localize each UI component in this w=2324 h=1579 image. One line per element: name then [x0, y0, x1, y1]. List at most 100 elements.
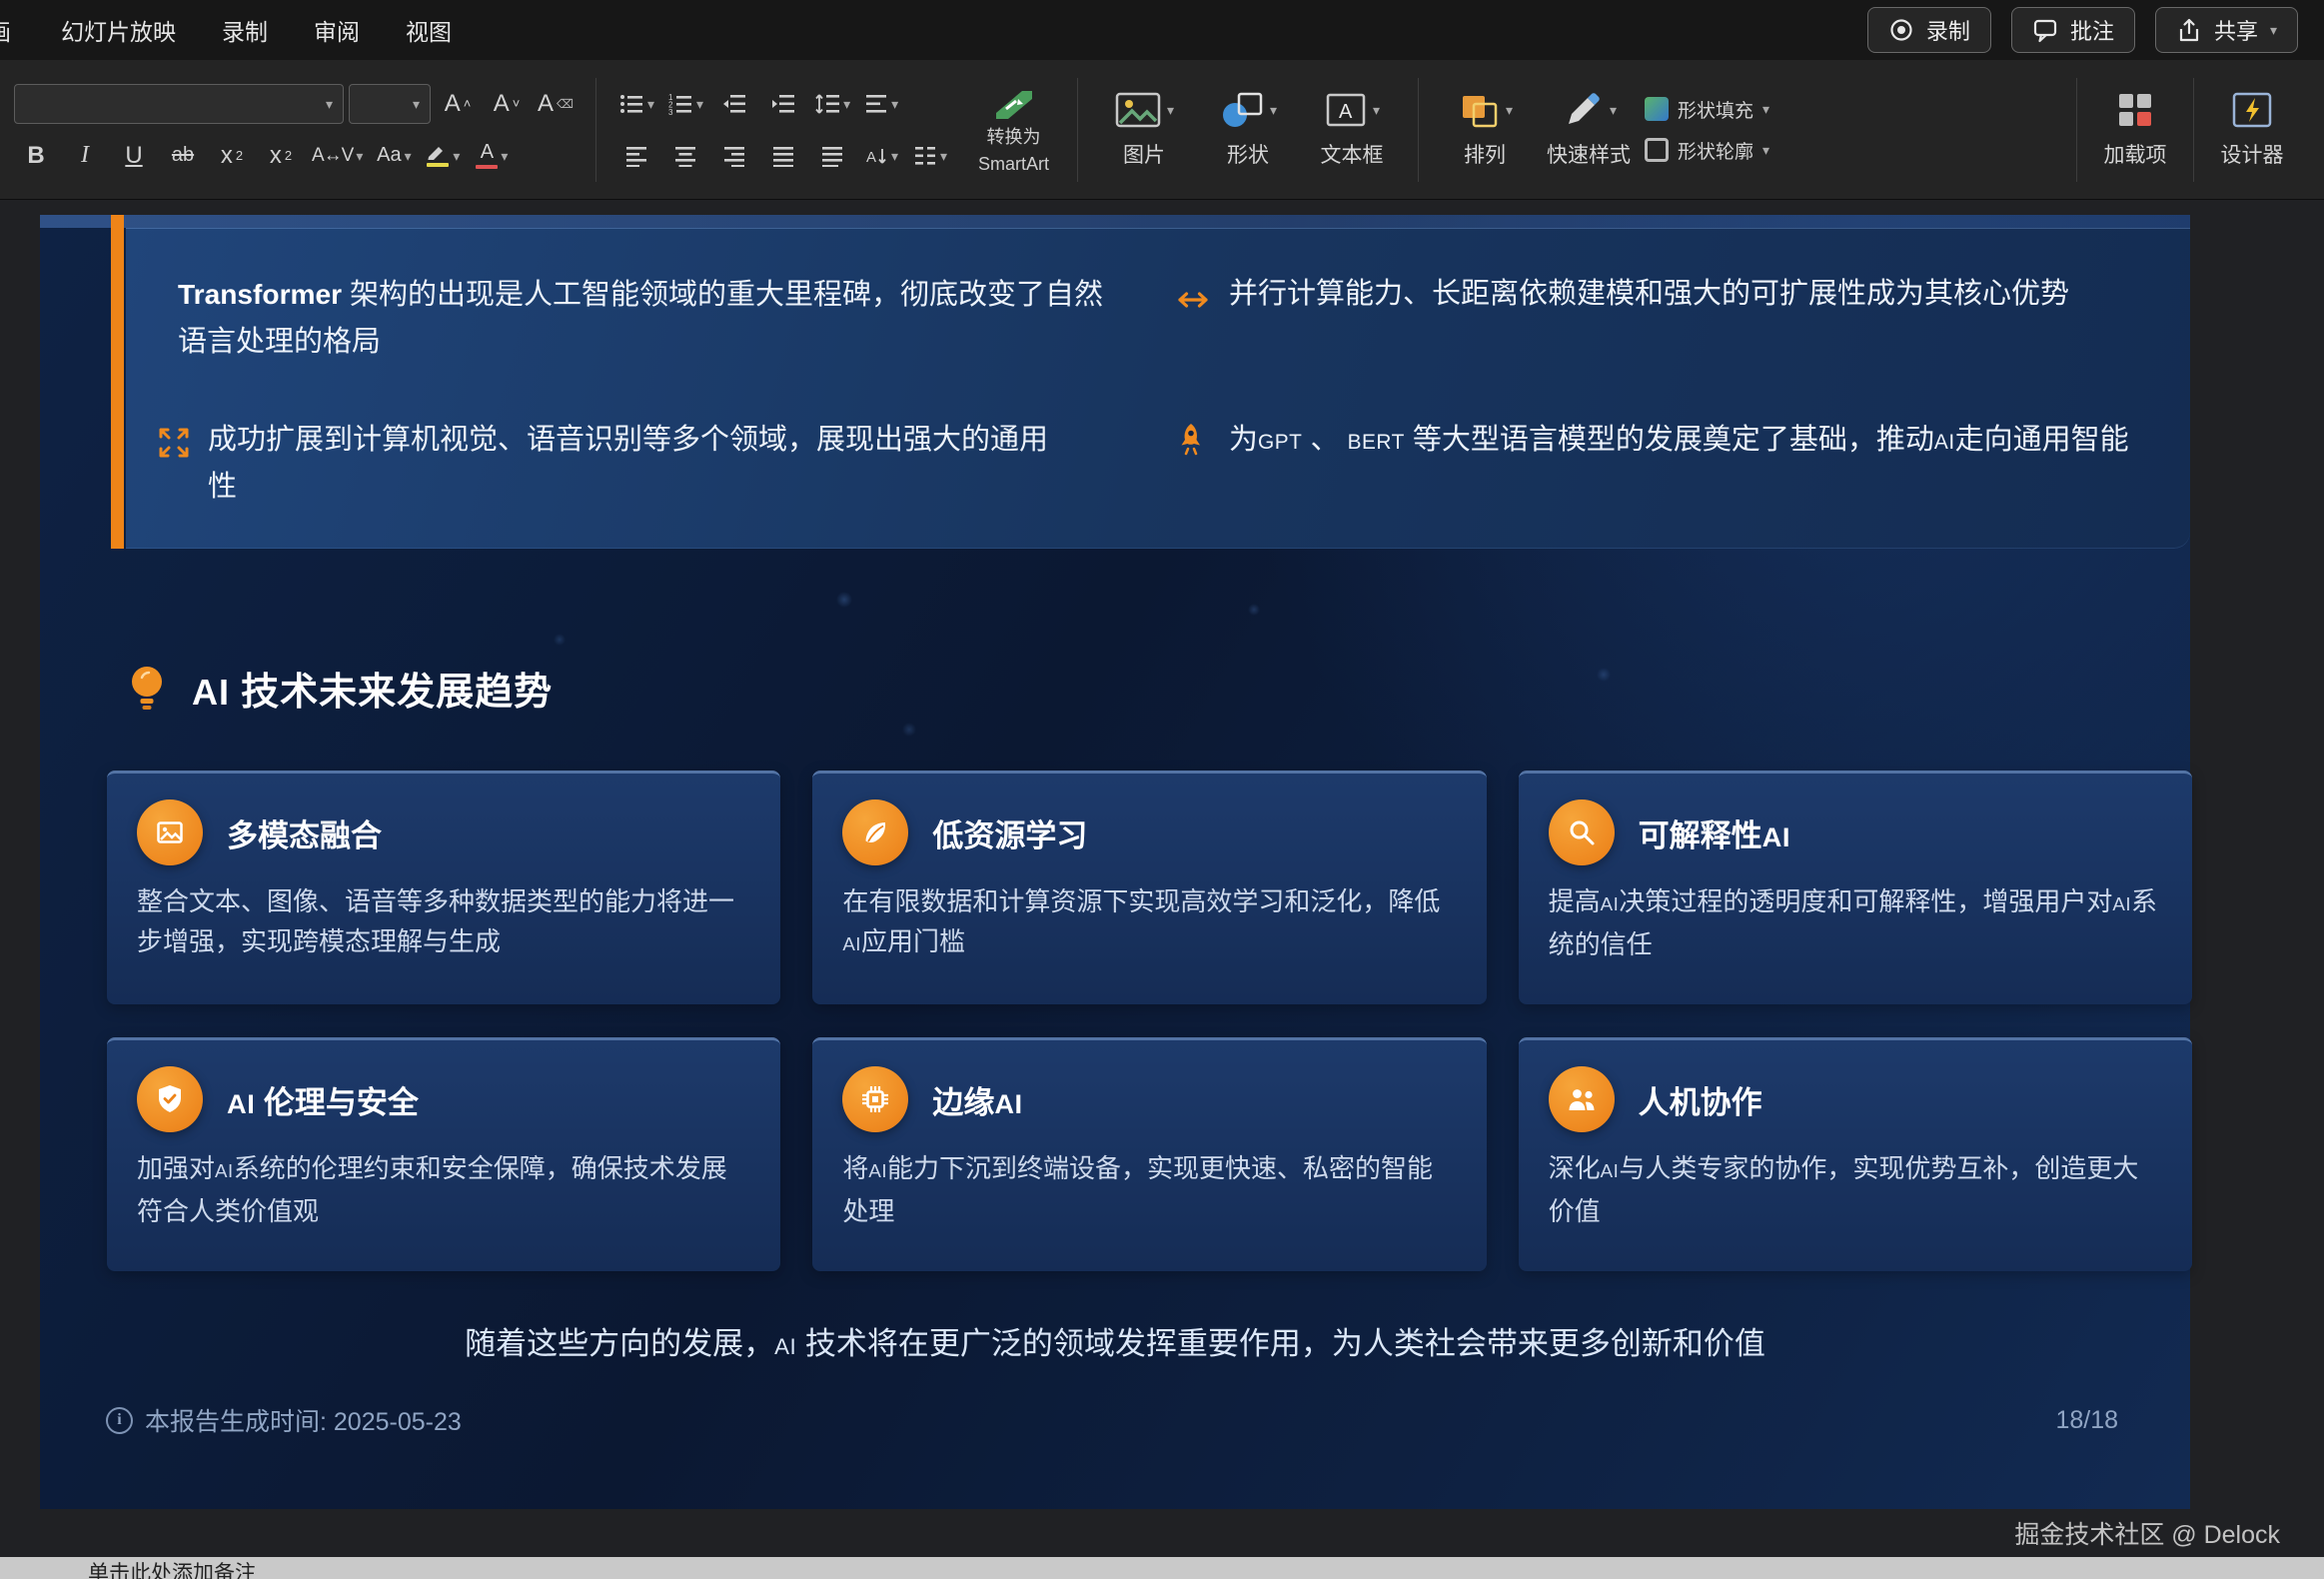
card-low-resource[interactable]: 低资源学习 在有限数据和计算资源下实现高效学习和泛化，降低AI应用门槛: [812, 771, 1486, 1004]
record-button[interactable]: 录制: [1867, 7, 1991, 53]
line-spacing-button[interactable]: ▾: [810, 83, 854, 125]
strikethrough-button[interactable]: ab: [161, 135, 205, 177]
chevron-down-icon: ▾: [1610, 103, 1617, 117]
record-button-label: 录制: [1926, 14, 1970, 46]
chevron-down-icon: ▾: [940, 149, 947, 163]
share-icon: [2176, 17, 2202, 43]
change-case-button[interactable]: Aa▾: [372, 135, 416, 177]
text-direction-button[interactable]: A ▾: [859, 135, 903, 177]
share-button[interactable]: 共享 ▾: [2155, 7, 2298, 53]
svg-text:A: A: [866, 149, 876, 166]
align-text-button[interactable]: ▾: [859, 83, 903, 125]
designer-button-label: 设计器: [2221, 139, 2284, 169]
page-number[interactable]: 18/18: [2055, 1406, 2118, 1435]
lightbulb-icon: [124, 662, 170, 716]
justify-icon: [771, 145, 795, 167]
insert-textbox-button[interactable]: A ▾ 文本框: [1304, 68, 1400, 192]
card-body: 在有限数据和计算资源下实现高效学习和泛化，降低AI应用门槛: [842, 881, 1456, 964]
convert-to-smartart-button[interactable]: 转换为 SmartArt: [968, 81, 1059, 179]
columns-button[interactable]: ▾: [908, 135, 952, 177]
shape-format-stack: 形状填充 ▾ 形状轮廓 ▾: [1645, 96, 1769, 164]
indent-icon: [771, 93, 795, 115]
underline-button[interactable]: U: [112, 135, 156, 177]
shape-fill-button[interactable]: 形状填充 ▾: [1645, 96, 1769, 123]
line-spacing-icon: [814, 93, 840, 115]
arrange-button[interactable]: ▾ 排列: [1437, 68, 1533, 192]
chevron-down-icon: ▾: [647, 97, 654, 111]
menu-item-view[interactable]: 视图: [406, 13, 452, 47]
chevron-down-icon: ▾: [696, 97, 703, 111]
menu-item-partial[interactable]: 画: [0, 13, 15, 47]
chevron-down-icon: ▾: [405, 149, 412, 163]
quick-styles-button[interactable]: ▾ 快速样式: [1541, 68, 1637, 192]
align-center-button[interactable]: [663, 135, 707, 177]
slide-top-strip: [40, 215, 2190, 228]
card-body: 加强对AI系统的伦理约束和安全保障，确保技术发展符合人类价值观: [137, 1148, 750, 1231]
summary-item-transformer[interactable]: Transformer 架构的出现是人工智能领域的重大里程碑，彻底改变了自然语言…: [178, 271, 1107, 366]
card-ai-ethics[interactable]: AI 伦理与安全 加强对AI系统的伦理约束和安全保障，确保技术发展符合人类价值观: [107, 1037, 780, 1271]
increase-font-button[interactable]: A˄: [436, 83, 480, 125]
italic-button[interactable]: I: [63, 135, 107, 177]
closing-statement[interactable]: 随着这些方向的发展，AI 技术将在更广泛的领域发挥重要作用，为人类社会带来更多创…: [40, 1318, 2190, 1363]
align-left-button[interactable]: [614, 135, 658, 177]
card-explainable-ai[interactable]: 可解释性AI 提高AI决策过程的透明度和可解释性，增强用户对AI系统的信任: [1519, 771, 2192, 1004]
shapes-icon: [1219, 90, 1265, 130]
svg-text:A: A: [1339, 101, 1353, 123]
editing-area: Transformer 架构的出现是人工智能领域的重大里程碑，彻底改变了自然语言…: [0, 200, 2324, 1579]
share-button-label: 共享: [2214, 14, 2258, 46]
align-right-button[interactable]: [712, 135, 756, 177]
bullet-list-icon: [618, 93, 644, 115]
menu-item-slideshow[interactable]: 幻灯片放映: [61, 13, 176, 47]
numbering-button[interactable]: 123 ▾: [663, 83, 707, 125]
card-multimodal[interactable]: 多模态融合 整合文本、图像、语音等多种数据类型的能力将进一步增强，实现跨模态理解…: [107, 771, 780, 1004]
card-edge-ai[interactable]: 边缘AI 将AI能力下沉到终端设备，实现更快速、私密的智能处理: [812, 1037, 1486, 1271]
justify-button[interactable]: [761, 135, 805, 177]
decrease-font-button[interactable]: A˅: [485, 83, 529, 125]
font-size-select[interactable]: ▾: [349, 84, 431, 124]
outdent-icon: [722, 93, 746, 115]
subscript-button[interactable]: x2: [259, 135, 303, 177]
double-arrow-icon: [1173, 287, 1213, 313]
comments-button[interactable]: 批注: [2011, 7, 2135, 53]
decrease-indent-button[interactable]: [712, 83, 756, 125]
font-name-select[interactable]: ▾: [14, 84, 344, 124]
card-human-ai-collab[interactable]: 人机协作 深化AI与人类专家的协作，实现优势互补，创造更大价值: [1519, 1037, 2192, 1271]
bullets-button[interactable]: ▾: [614, 83, 658, 125]
picture-button-label: 图片: [1123, 139, 1165, 169]
highlight-color-button[interactable]: ▾: [421, 135, 465, 177]
section-title: AI 技术未来发展趋势: [192, 661, 553, 716]
insert-picture-button[interactable]: ▾ 图片: [1096, 68, 1192, 192]
bold-button[interactable]: B: [14, 135, 58, 177]
shape-outline-button[interactable]: 形状轮廓 ▾: [1645, 137, 1769, 164]
addins-button-label: 加载项: [2104, 139, 2167, 169]
distribute-button[interactable]: [810, 135, 854, 177]
superscript-button[interactable]: x2: [210, 135, 254, 177]
slide-canvas[interactable]: Transformer 架构的出现是人工智能领域的重大里程碑，彻底改变了自然语言…: [40, 215, 2190, 1509]
designer-button[interactable]: 设计器: [2204, 68, 2300, 192]
menu-actions: 录制 批注 共享 ▾: [1867, 7, 2298, 53]
font-color-button[interactable]: A ▾: [470, 135, 514, 177]
chevron-down-icon: ▾: [1270, 103, 1277, 117]
clear-formatting-button[interactable]: A⌫: [534, 83, 578, 125]
increase-indent-button[interactable]: [761, 83, 805, 125]
summary-item-generality[interactable]: 成功扩展到计算机视觉、语音识别等多个领域，展现出强大的通用性: [208, 417, 1052, 511]
addins-button[interactable]: 加载项: [2087, 68, 2183, 192]
notes-pane[interactable]: 单击此处添加备注: [0, 1557, 2324, 1579]
columns-icon: [913, 145, 937, 167]
character-spacing-button[interactable]: A↔V▾: [308, 135, 367, 177]
smartart-label-line2: SmartArt: [978, 154, 1049, 175]
section-header[interactable]: AI 技术未来发展趋势: [124, 661, 553, 716]
paragraph-group: ▾ 123 ▾: [614, 81, 1059, 179]
quick-styles-icon: [1561, 90, 1605, 130]
card-body: 将AI能力下沉到终端设备，实现更快速、私密的智能处理: [842, 1148, 1456, 1231]
chevron-down-icon: ▾: [891, 149, 898, 163]
insert-shapes-button[interactable]: ▾ 形状: [1200, 68, 1296, 192]
menu-item-record[interactable]: 录制: [222, 13, 268, 47]
summary-box[interactable]: Transformer 架构的出现是人工智能领域的重大里程碑，彻底改变了自然语言…: [126, 228, 2190, 549]
menu-tabs: 画 幻灯片放映 录制 审阅 视图: [0, 13, 452, 47]
report-timestamp[interactable]: i 本报告生成时间: 2025-05-23: [106, 1402, 462, 1438]
summary-item-parallel[interactable]: 并行计算能力、长距离依赖建模和强大的可扩展性成为其核心优势: [1229, 271, 2178, 318]
leaf-icon: [842, 799, 908, 865]
menu-item-review[interactable]: 审阅: [314, 13, 360, 47]
summary-item-foundation[interactable]: 为GPT 、 BERT 等大型语言模型的发展奠定了基础，推动AI走向通用智能: [1229, 417, 2148, 466]
